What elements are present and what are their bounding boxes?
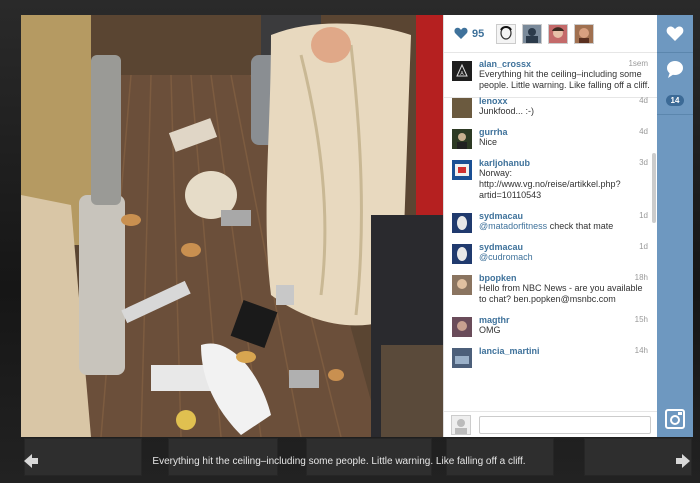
instagram-icon — [665, 409, 685, 429]
comment-user[interactable]: sydmacau — [479, 211, 650, 221]
avatar[interactable]: A — [452, 61, 472, 81]
heart-icon[interactable] — [454, 27, 468, 40]
liker-avatar[interactable] — [548, 23, 569, 44]
avatar[interactable] — [452, 98, 472, 118]
comment-user[interactable]: lancia_martini — [479, 346, 650, 356]
comment-time: 15h — [634, 315, 648, 324]
comment: magthr OMG 15h — [444, 309, 658, 340]
comment-time: 3d — [639, 158, 648, 167]
comment-count-badge: 14 — [666, 95, 684, 106]
comment-text: Everything hit the ceiling–including som… — [479, 69, 650, 90]
comment-text: OMG — [479, 325, 501, 335]
liker-avatar[interactable] — [496, 23, 517, 44]
comment-input[interactable] — [479, 415, 651, 434]
comment-user[interactable]: lenoxx — [479, 96, 650, 106]
photo-caption: Everything hit the ceiling–including som… — [152, 456, 526, 467]
comment-time: 18h — [634, 273, 648, 282]
comment: sydmacau @matadorfitness check that mate… — [444, 205, 658, 236]
comment-time: 1d — [639, 211, 648, 220]
avatar — [451, 414, 471, 435]
avatar[interactable] — [452, 348, 472, 368]
comment-text: Nice — [479, 137, 498, 147]
comment-body: check that mate — [549, 221, 614, 231]
comment-time: 1d — [639, 242, 648, 251]
comment-input-row — [444, 411, 658, 437]
avatar[interactable] — [452, 317, 472, 337]
post-photo[interactable] — [21, 15, 443, 437]
avatar[interactable] — [452, 213, 472, 233]
comment: karljohanub Norway: http://www.vg.no/rei… — [444, 152, 658, 205]
comment-text: Hello from NBC News - are you available … — [479, 283, 643, 304]
comment-text: @cudromach — [479, 252, 650, 263]
comments-panel: 95 A alan_crossx Everything hit the ceil… — [443, 15, 658, 437]
comment: lenoxx Junkfood... :-) 4d — [444, 90, 658, 121]
liker-avatar[interactable] — [574, 23, 595, 44]
comment-list: A alan_crossx Everything hit the ceiling… — [444, 53, 658, 411]
comment-time: 4d — [639, 96, 648, 105]
comment-mention[interactable]: @cudromach — [479, 252, 533, 262]
comment-icon — [667, 61, 683, 78]
comment: gurrha Nice 4d — [444, 121, 658, 152]
liker-avatar[interactable] — [522, 23, 543, 44]
svg-text:A: A — [460, 71, 464, 77]
comment-user[interactable]: sydmacau — [479, 242, 650, 252]
comment-button[interactable]: 14 — [657, 53, 693, 115]
comment: bpopken Hello from NBC News - are you av… — [444, 267, 658, 309]
comment-user[interactable]: karljohanub — [479, 158, 650, 168]
comment-time: 4d — [639, 127, 648, 136]
instagram-button[interactable] — [657, 401, 693, 437]
comment-user[interactable]: magthr — [479, 315, 650, 325]
comment-text: @matadorfitness check that mate — [479, 221, 650, 232]
comment-text: Norway: http://www.vg.no/reise/artikkel.… — [479, 168, 621, 200]
comment-user[interactable]: bpopken — [479, 273, 650, 283]
comment-user[interactable]: gurrha — [479, 127, 650, 137]
photo-illustration — [21, 15, 443, 437]
comment: sydmacau @cudromach 1d — [444, 236, 658, 267]
avatar[interactable] — [452, 275, 472, 295]
comment: lancia_martini 14h — [444, 340, 658, 370]
comment-time: 1sem — [628, 59, 648, 68]
like-button[interactable] — [657, 15, 693, 53]
avatar[interactable] — [452, 129, 472, 149]
likes-row: 95 — [444, 15, 658, 53]
heart-icon — [666, 26, 684, 41]
arrow-right-icon[interactable] — [674, 452, 692, 470]
scrollbar[interactable] — [652, 153, 656, 223]
action-sidebar: 14 — [657, 15, 693, 437]
like-count[interactable]: 95 — [472, 28, 484, 40]
avatar[interactable] — [452, 244, 472, 264]
comment-time: 14h — [634, 346, 648, 355]
comment-text: Junkfood... :-) — [479, 106, 535, 116]
avatar[interactable] — [452, 160, 472, 180]
comment-mention[interactable]: @matadorfitness — [479, 221, 547, 231]
comment-user[interactable]: alan_crossx — [479, 59, 650, 69]
